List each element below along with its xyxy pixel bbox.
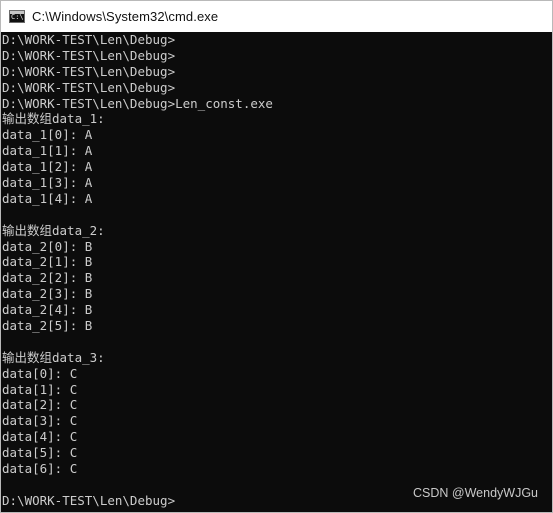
console-line: data_2[1]: B <box>2 254 93 270</box>
console-line: data[1]: C <box>2 381 78 397</box>
console-line: D:\WORK-TEST\Len\Debug> <box>2 63 176 79</box>
console-output[interactable]: D:\WORK-TEST\Len\Debug> D:\WORK-TEST\Len… <box>1 32 552 512</box>
console-line: data[5]: C <box>2 445 78 461</box>
console-line: data_1[1]: A <box>2 143 93 159</box>
console-line: data_2[2]: B <box>2 270 93 286</box>
console-line: data_2[3]: B <box>2 286 93 302</box>
cmd-app-icon[interactable]: C:\ <box>9 10 25 23</box>
console-line: 输出数组data_2: <box>2 222 105 238</box>
console-line: D:\WORK-TEST\Len\Debug> <box>2 47 176 63</box>
console-line: data[6]: C <box>2 461 78 477</box>
console-line: D:\WORK-TEST\Len\Debug> <box>2 32 176 47</box>
console-line: D:\WORK-TEST\Len\Debug> <box>2 79 176 95</box>
console-line: data_1[2]: A <box>2 159 93 175</box>
console-line: data_2[0]: B <box>2 238 93 254</box>
console-line: data[0]: C <box>2 365 78 381</box>
title-bar[interactable]: C:\ C:\Windows\System32\cmd.exe <box>1 1 552 32</box>
console-line: 输出数组data_3: <box>2 349 105 365</box>
window-title: C:\Windows\System32\cmd.exe <box>32 9 219 24</box>
csdn-watermark: CSDN @WendyWJGu <box>413 486 538 500</box>
console-line: D:\WORK-TEST\Len\Debug>Len_const.exe <box>2 95 273 111</box>
console-line: 输出数组data_1: <box>2 111 105 127</box>
console-line: data_1[0]: A <box>2 127 93 143</box>
console-line: data_1[3]: A <box>2 175 93 191</box>
console-line: data_2[5]: B <box>2 318 93 334</box>
console-line: data_1[4]: A <box>2 190 93 206</box>
cmd-icon-glyph: C:\ <box>11 13 24 21</box>
console-line: data_2[4]: B <box>2 302 93 318</box>
console-line: data[4]: C <box>2 429 78 445</box>
console-line: data[2]: C <box>2 397 78 413</box>
console-line: data[3]: C <box>2 413 78 429</box>
cmd-window: C:\ C:\Windows\System32\cmd.exe D:\WORK-… <box>0 0 553 513</box>
